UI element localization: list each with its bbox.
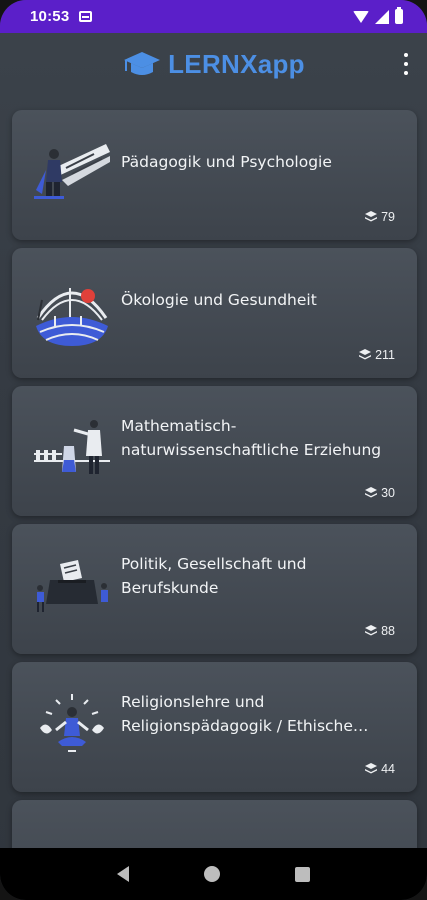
app-bar: LERNXapp [0, 33, 427, 95]
teacher-board-illustration [34, 144, 110, 199]
category-card-partial[interactable] [12, 800, 417, 848]
back-icon[interactable] [117, 866, 130, 882]
category-count: 88 [365, 624, 395, 638]
category-title: Ökologie und Gesundheit [121, 291, 317, 309]
category-card[interactable]: Mathematisch-naturwissenschaftliche Erzi… [12, 386, 417, 516]
layers-icon [365, 763, 378, 774]
battery-icon [395, 7, 403, 24]
graduation-cap-icon [124, 52, 161, 75]
category-card[interactable]: Ökologie und Gesundheit 211 [12, 248, 417, 378]
signal-icon [375, 9, 389, 24]
status-bar: 10:53 [0, 0, 427, 33]
recents-icon[interactable] [294, 866, 310, 882]
category-title: Pädagogik und Psychologie [121, 153, 332, 171]
calendar-icon [79, 11, 93, 22]
app-logo: LERNXapp [122, 49, 305, 80]
category-list[interactable]: Pädagogik und Psychologie 79 Ökologie un… [0, 95, 427, 848]
category-card[interactable]: Politik, Gesellschaft und Berufskunde 88 [12, 524, 417, 654]
category-count: 211 [359, 348, 395, 362]
category-title: Mathematisch-naturwissenschaftliche Erzi… [121, 417, 382, 459]
more-vert-icon[interactable] [401, 53, 411, 75]
scientist-lab-illustration [34, 420, 110, 474]
category-count: 79 [365, 210, 395, 224]
category-card[interactable]: Pädagogik und Psychologie 79 [12, 110, 417, 240]
layers-icon [365, 625, 378, 636]
wifi-icon [353, 10, 369, 23]
status-time: 10:53 [30, 8, 70, 25]
ballot-box-illustration [37, 560, 108, 612]
category-card[interactable]: Religionslehre und Religionspädagogik / … [12, 662, 417, 792]
system-nav-bar [0, 848, 427, 900]
app-title: LERNXapp [168, 48, 305, 79]
category-title: Religionslehre und Religionspädagogik / … [121, 693, 353, 735]
layers-icon [365, 211, 378, 222]
earth-tree-illustration [36, 288, 108, 346]
status-icons [353, 7, 403, 24]
partial-illustration [32, 830, 112, 848]
meditation-person-illustration [40, 694, 104, 752]
category-count: 44 [365, 762, 395, 776]
app-screen: 10:53 LERNXapp Pädagogik und Psychologie… [0, 0, 427, 900]
home-icon[interactable] [203, 866, 220, 882]
layers-icon [365, 487, 378, 498]
layers-icon [359, 349, 372, 360]
category-title: Politik, Gesellschaft und Berufskunde [121, 555, 307, 597]
category-count: 30 [365, 486, 395, 500]
